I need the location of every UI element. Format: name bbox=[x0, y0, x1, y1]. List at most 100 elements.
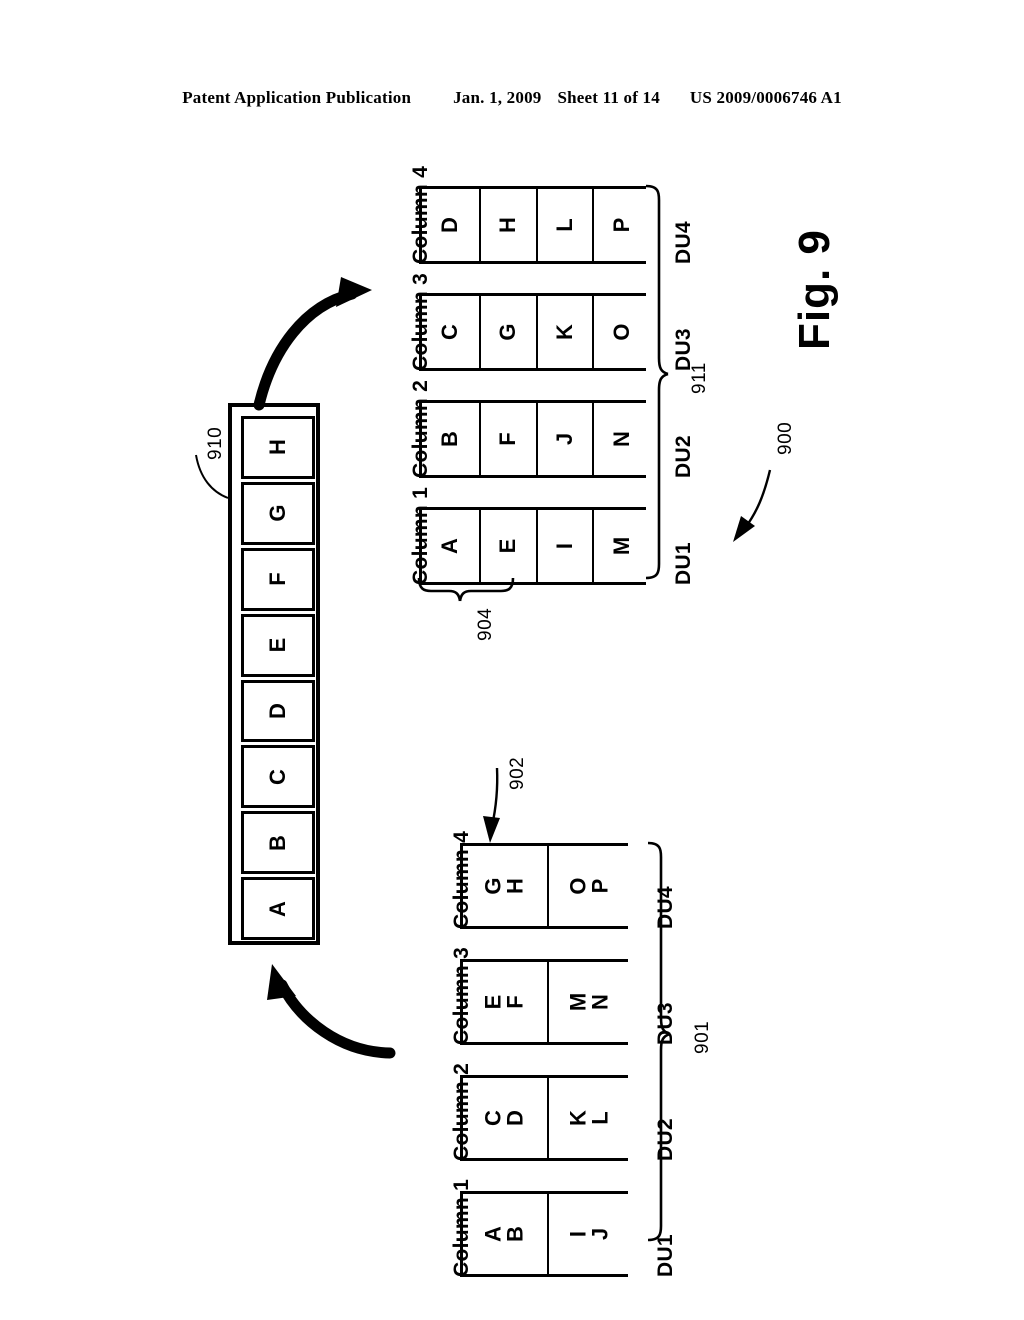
header-publication: Patent Application Publication bbox=[182, 88, 412, 107]
list-item-label: H bbox=[265, 439, 290, 456]
blocked-cell: MN bbox=[547, 962, 631, 1042]
striped-column-block: DHLP bbox=[419, 186, 649, 264]
leader-902 bbox=[483, 767, 500, 843]
figure-title: Fig. 9 bbox=[790, 229, 839, 350]
blocked-column-block: CD KL bbox=[460, 1075, 631, 1161]
striped-cell: G bbox=[478, 296, 536, 368]
cell-label: O bbox=[608, 323, 634, 341]
leader-900 bbox=[733, 469, 772, 542]
leader-910 bbox=[195, 454, 229, 499]
blocked-column-label: Column 1 bbox=[450, 1178, 473, 1277]
blocked-column-label: Column 2 bbox=[450, 1062, 473, 1161]
list-item: G bbox=[241, 481, 315, 545]
cell-label: OP bbox=[565, 877, 613, 895]
cell-label: KL bbox=[565, 1110, 613, 1126]
striped-column-label: Column 4 bbox=[409, 165, 432, 264]
striped-cell: E bbox=[478, 510, 536, 582]
cell-label: H bbox=[494, 217, 520, 233]
list-item: F bbox=[241, 547, 315, 611]
cell-label: A bbox=[437, 538, 463, 554]
blocked-du-label: DU3 bbox=[654, 1002, 677, 1045]
cell-label: M bbox=[608, 536, 634, 556]
ref-904: 904 bbox=[475, 607, 496, 641]
brace-911 bbox=[645, 184, 669, 580]
striped-cell: K bbox=[535, 296, 593, 368]
striped-du-label: DU1 bbox=[672, 542, 695, 585]
list-item: C bbox=[241, 745, 315, 809]
list-item-label: A bbox=[265, 900, 290, 917]
ref-911: 911 bbox=[689, 362, 710, 394]
list-container: A B C D E F G H bbox=[228, 403, 320, 945]
striped-column-block: CGKO bbox=[419, 293, 649, 371]
blocked-cell: IJ bbox=[547, 1194, 631, 1274]
striped-cell: O bbox=[592, 296, 649, 368]
cell-label: E bbox=[494, 538, 520, 554]
blocked-column-label: Column 4 bbox=[450, 830, 473, 929]
blocked-du-label: DU4 bbox=[654, 886, 677, 929]
striped-column-label: Column 2 bbox=[409, 379, 432, 478]
list-item: H bbox=[241, 416, 315, 479]
striped-du-label: DU4 bbox=[672, 221, 695, 264]
cell-label: D bbox=[437, 217, 463, 233]
cell-label: B bbox=[437, 431, 463, 447]
cell-label: L bbox=[551, 218, 577, 232]
arrow-to-list bbox=[267, 964, 396, 1059]
cell-label: IJ bbox=[565, 1227, 613, 1241]
blocked-cell: KL bbox=[547, 1078, 631, 1158]
list-item-label: F bbox=[265, 572, 290, 586]
striped-du-label: DU2 bbox=[672, 435, 695, 478]
blocked-column-block: EF MN bbox=[460, 959, 631, 1045]
striped-cell: I bbox=[535, 510, 593, 582]
header-patent-number: US 2009/0006746 A1 bbox=[689, 88, 842, 107]
blocked-du-label: DU1 bbox=[654, 1234, 677, 1277]
striped-cell: F bbox=[478, 403, 536, 475]
blocked-cell: CD bbox=[463, 1078, 547, 1158]
striped-cell: J bbox=[535, 403, 593, 475]
list-item: E bbox=[241, 613, 315, 677]
cell-label: AB bbox=[480, 1226, 528, 1242]
list-item: D bbox=[241, 679, 315, 743]
list-item-label: G bbox=[265, 504, 290, 522]
blocked-cell: GH bbox=[463, 846, 547, 926]
header-date: Jan. 1, 2009 bbox=[453, 88, 542, 107]
list-item-label: D bbox=[265, 702, 290, 719]
cell-label: K bbox=[551, 324, 577, 340]
cell-label: EF bbox=[480, 994, 528, 1010]
blocked-cell: AB bbox=[463, 1194, 547, 1274]
cell-label: MN bbox=[565, 992, 613, 1012]
blocked-cell: OP bbox=[547, 846, 631, 926]
ref-900: 900 bbox=[775, 421, 796, 455]
cell-label: I bbox=[551, 542, 577, 550]
blocked-column-label: Column 3 bbox=[450, 946, 473, 1045]
striped-cell: L bbox=[535, 189, 593, 261]
striped-column-label: Column 1 bbox=[409, 486, 432, 585]
striped-column-label: Column 3 bbox=[409, 272, 432, 371]
header-sheet: Sheet 11 of 14 bbox=[557, 88, 660, 107]
ref-902: 902 bbox=[507, 756, 528, 790]
ref-901: 901 bbox=[692, 1020, 713, 1054]
cell-label: CD bbox=[480, 1110, 528, 1126]
blocked-column-block: AB IJ bbox=[460, 1191, 631, 1277]
cell-label: P bbox=[608, 217, 634, 233]
striped-cell: N bbox=[592, 403, 649, 475]
cell-label: C bbox=[437, 324, 463, 340]
cell-label: J bbox=[551, 432, 577, 446]
cell-label: G bbox=[494, 323, 520, 341]
striped-cell: H bbox=[478, 189, 536, 261]
list-item: A bbox=[241, 877, 315, 940]
page-header: Patent Application Publication Jan. 1, 20… bbox=[0, 88, 1024, 108]
list-item-label: E bbox=[265, 637, 290, 653]
list-item-label: B bbox=[265, 834, 290, 851]
list-item: B bbox=[241, 811, 315, 875]
striped-column-block: AEIM bbox=[419, 507, 649, 585]
striped-cell: M bbox=[592, 510, 649, 582]
blocked-du-label: DU2 bbox=[654, 1118, 677, 1161]
cell-label: F bbox=[494, 432, 520, 446]
cell-label: GH bbox=[480, 877, 528, 895]
striped-cell: P bbox=[592, 189, 649, 261]
ref-910: 910 bbox=[205, 426, 226, 460]
arrow-to-striped-layout bbox=[253, 277, 372, 411]
blocked-column-block: GH OP bbox=[460, 843, 631, 929]
list-item-label: C bbox=[265, 768, 290, 785]
blocked-cell: EF bbox=[463, 962, 547, 1042]
